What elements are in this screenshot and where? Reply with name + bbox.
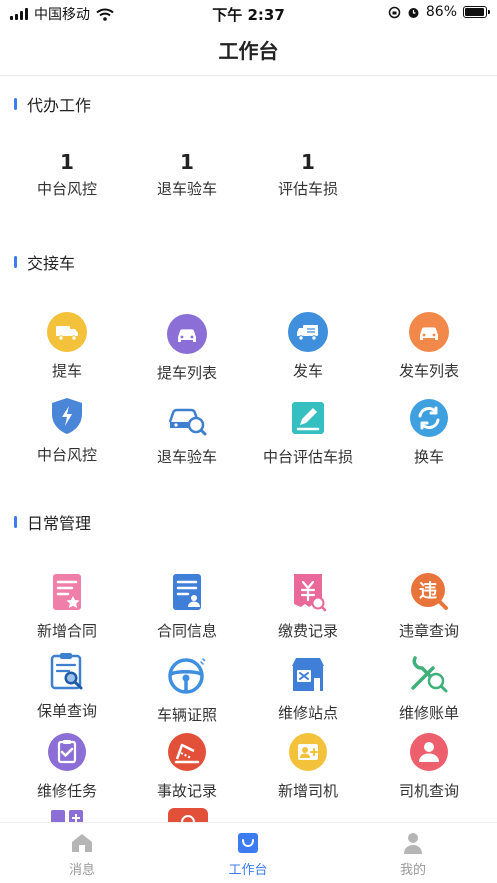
grid-item-contract-info[interactable]: 合同信息 (127, 572, 247, 641)
svg-text:违: 违 (419, 580, 437, 602)
grid-item-label: 合同信息 (156, 622, 217, 640)
alarm-icon (408, 7, 419, 18)
delivery-truck-icon (288, 312, 328, 352)
tab-bar: 消息 工作台 我的 (0, 822, 497, 883)
grid-item-vehicle-license[interactable]: 车辆证照 (127, 656, 247, 725)
violation-icon: 违 (411, 573, 448, 610)
user-icon (404, 833, 422, 854)
section-marker (14, 516, 17, 528)
todo-item-return-inspection[interactable]: 1 退车验车 (127, 150, 247, 199)
todo-list: 1 中台风控 1 退车验车 1 评估车损 (0, 150, 497, 210)
todo-label: 评估车损 (277, 180, 338, 198)
repair-shop-icon (292, 658, 324, 691)
grid-item-label: 退车验车 (156, 448, 217, 466)
car-icon (409, 312, 449, 352)
grid-item-violation-query[interactable]: 违 违章查询 (369, 572, 489, 641)
grid-item-label: 中台风控 (36, 446, 97, 464)
section-title-daily: 日常管理 (14, 510, 91, 534)
battery-percent: 86% (425, 4, 457, 20)
grid-item-add-driver[interactable]: 新增司机 (248, 732, 368, 801)
contract-person-icon (173, 574, 201, 610)
grid-item-return-inspection[interactable]: 退车验车 (127, 398, 247, 467)
grid-item-label: 事故记录 (156, 782, 217, 800)
grid-item-label: 提车 (51, 362, 82, 380)
tab-workbench[interactable]: 工作台 (188, 831, 308, 878)
section-title-todo: 代办工作 (14, 92, 91, 116)
tab-messages[interactable]: 消息 (22, 831, 142, 878)
rotation-lock-icon (388, 6, 401, 18)
grid-item-accident-records[interactable]: 事故记录 (127, 732, 247, 801)
grid-item-repair-station[interactable]: 维修站点 (248, 654, 368, 723)
car-search-icon (168, 408, 207, 436)
shield-bolt-icon (52, 398, 82, 434)
grid-item-label: 违章查询 (398, 622, 459, 640)
grid-item-driver-query[interactable]: 司机查询 (369, 732, 489, 801)
payment-icon (294, 574, 327, 612)
truck-icon (47, 312, 87, 352)
tab-label: 消息 (68, 863, 95, 878)
todo-count: 1 (60, 150, 74, 174)
grid-item-label: 中台评估车损 (262, 448, 353, 466)
swap-icon (410, 399, 448, 437)
grid-item-pickup[interactable]: 提车 (7, 312, 127, 381)
todo-item-risk-control[interactable]: 1 中台风控 (7, 150, 127, 199)
section-label: 交接车 (27, 254, 76, 273)
task-icon (48, 733, 86, 771)
section-marker (14, 98, 17, 110)
grid-item-label: 维修任务 (36, 782, 97, 800)
grid-item-label: 保单查询 (36, 702, 97, 720)
todo-label: 退车验车 (156, 180, 217, 198)
grid-item-damage-assessment[interactable]: 中台评估车损 (248, 398, 368, 467)
home-icon (72, 834, 92, 852)
tab-label: 我的 (399, 863, 426, 878)
section-label: 代办工作 (27, 96, 92, 115)
car-icon (167, 314, 207, 354)
todo-label: 中台风控 (36, 180, 97, 198)
grid-item-risk-control[interactable]: 中台风控 (7, 396, 127, 465)
grid-item-label: 维修站点 (277, 704, 338, 722)
tab-profile[interactable]: 我的 (353, 831, 473, 878)
grid-item-label: 发车 (292, 362, 323, 380)
page-title: 工作台 (0, 26, 497, 76)
grid-item-policy-query[interactable]: 保单查询 (7, 652, 127, 721)
grid-item-new-contract[interactable]: 新增合同 (7, 572, 127, 641)
grid-item-repair-bill[interactable]: 维修账单 (369, 654, 489, 723)
edit-document-icon (292, 402, 324, 434)
accident-icon (168, 733, 206, 771)
grid-item-label: 提车列表 (156, 364, 217, 382)
grid-item-swap-car[interactable]: 换车 (369, 398, 489, 467)
todo-item-damage-assessment[interactable]: 1 评估车损 (248, 150, 368, 199)
grid-item-repair-tasks[interactable]: 维修任务 (7, 732, 127, 801)
grid-item-label: 新增合同 (36, 622, 97, 640)
add-driver-icon (289, 733, 327, 771)
clipboard-search-icon (50, 653, 83, 690)
grid-item-pickup-list[interactable]: 提车列表 (127, 314, 247, 383)
grid-item-label: 缴费记录 (277, 622, 338, 640)
status-bar: 中国移动 下午 2:37 86% (0, 0, 497, 26)
battery-icon (463, 6, 490, 18)
shopping-bag-icon (238, 833, 258, 853)
steering-wheel-icon (168, 658, 206, 694)
todo-count: 1 (301, 150, 315, 174)
grid-item-label: 换车 (413, 448, 444, 466)
grid-item-payment-records[interactable]: 缴费记录 (248, 572, 368, 641)
todo-count: 1 (180, 150, 194, 174)
grid-item-label: 车辆证照 (156, 706, 217, 724)
grid-item-label: 维修账单 (398, 704, 459, 722)
grid-item-dispatch-list[interactable]: 发车列表 (369, 312, 489, 381)
contract-star-icon (53, 574, 81, 610)
grid-item-dispatch[interactable]: 发车 (248, 312, 368, 381)
driver-search-icon (410, 733, 448, 771)
grid-item-label: 新增司机 (277, 782, 338, 800)
section-title-handover: 交接车 (14, 250, 75, 274)
section-marker (14, 256, 17, 268)
grid-item-label: 发车列表 (398, 362, 459, 380)
wrench-search-icon (411, 656, 448, 693)
grid-item-label: 司机查询 (398, 782, 459, 800)
tab-label: 工作台 (228, 863, 268, 878)
section-label: 日常管理 (27, 514, 92, 533)
